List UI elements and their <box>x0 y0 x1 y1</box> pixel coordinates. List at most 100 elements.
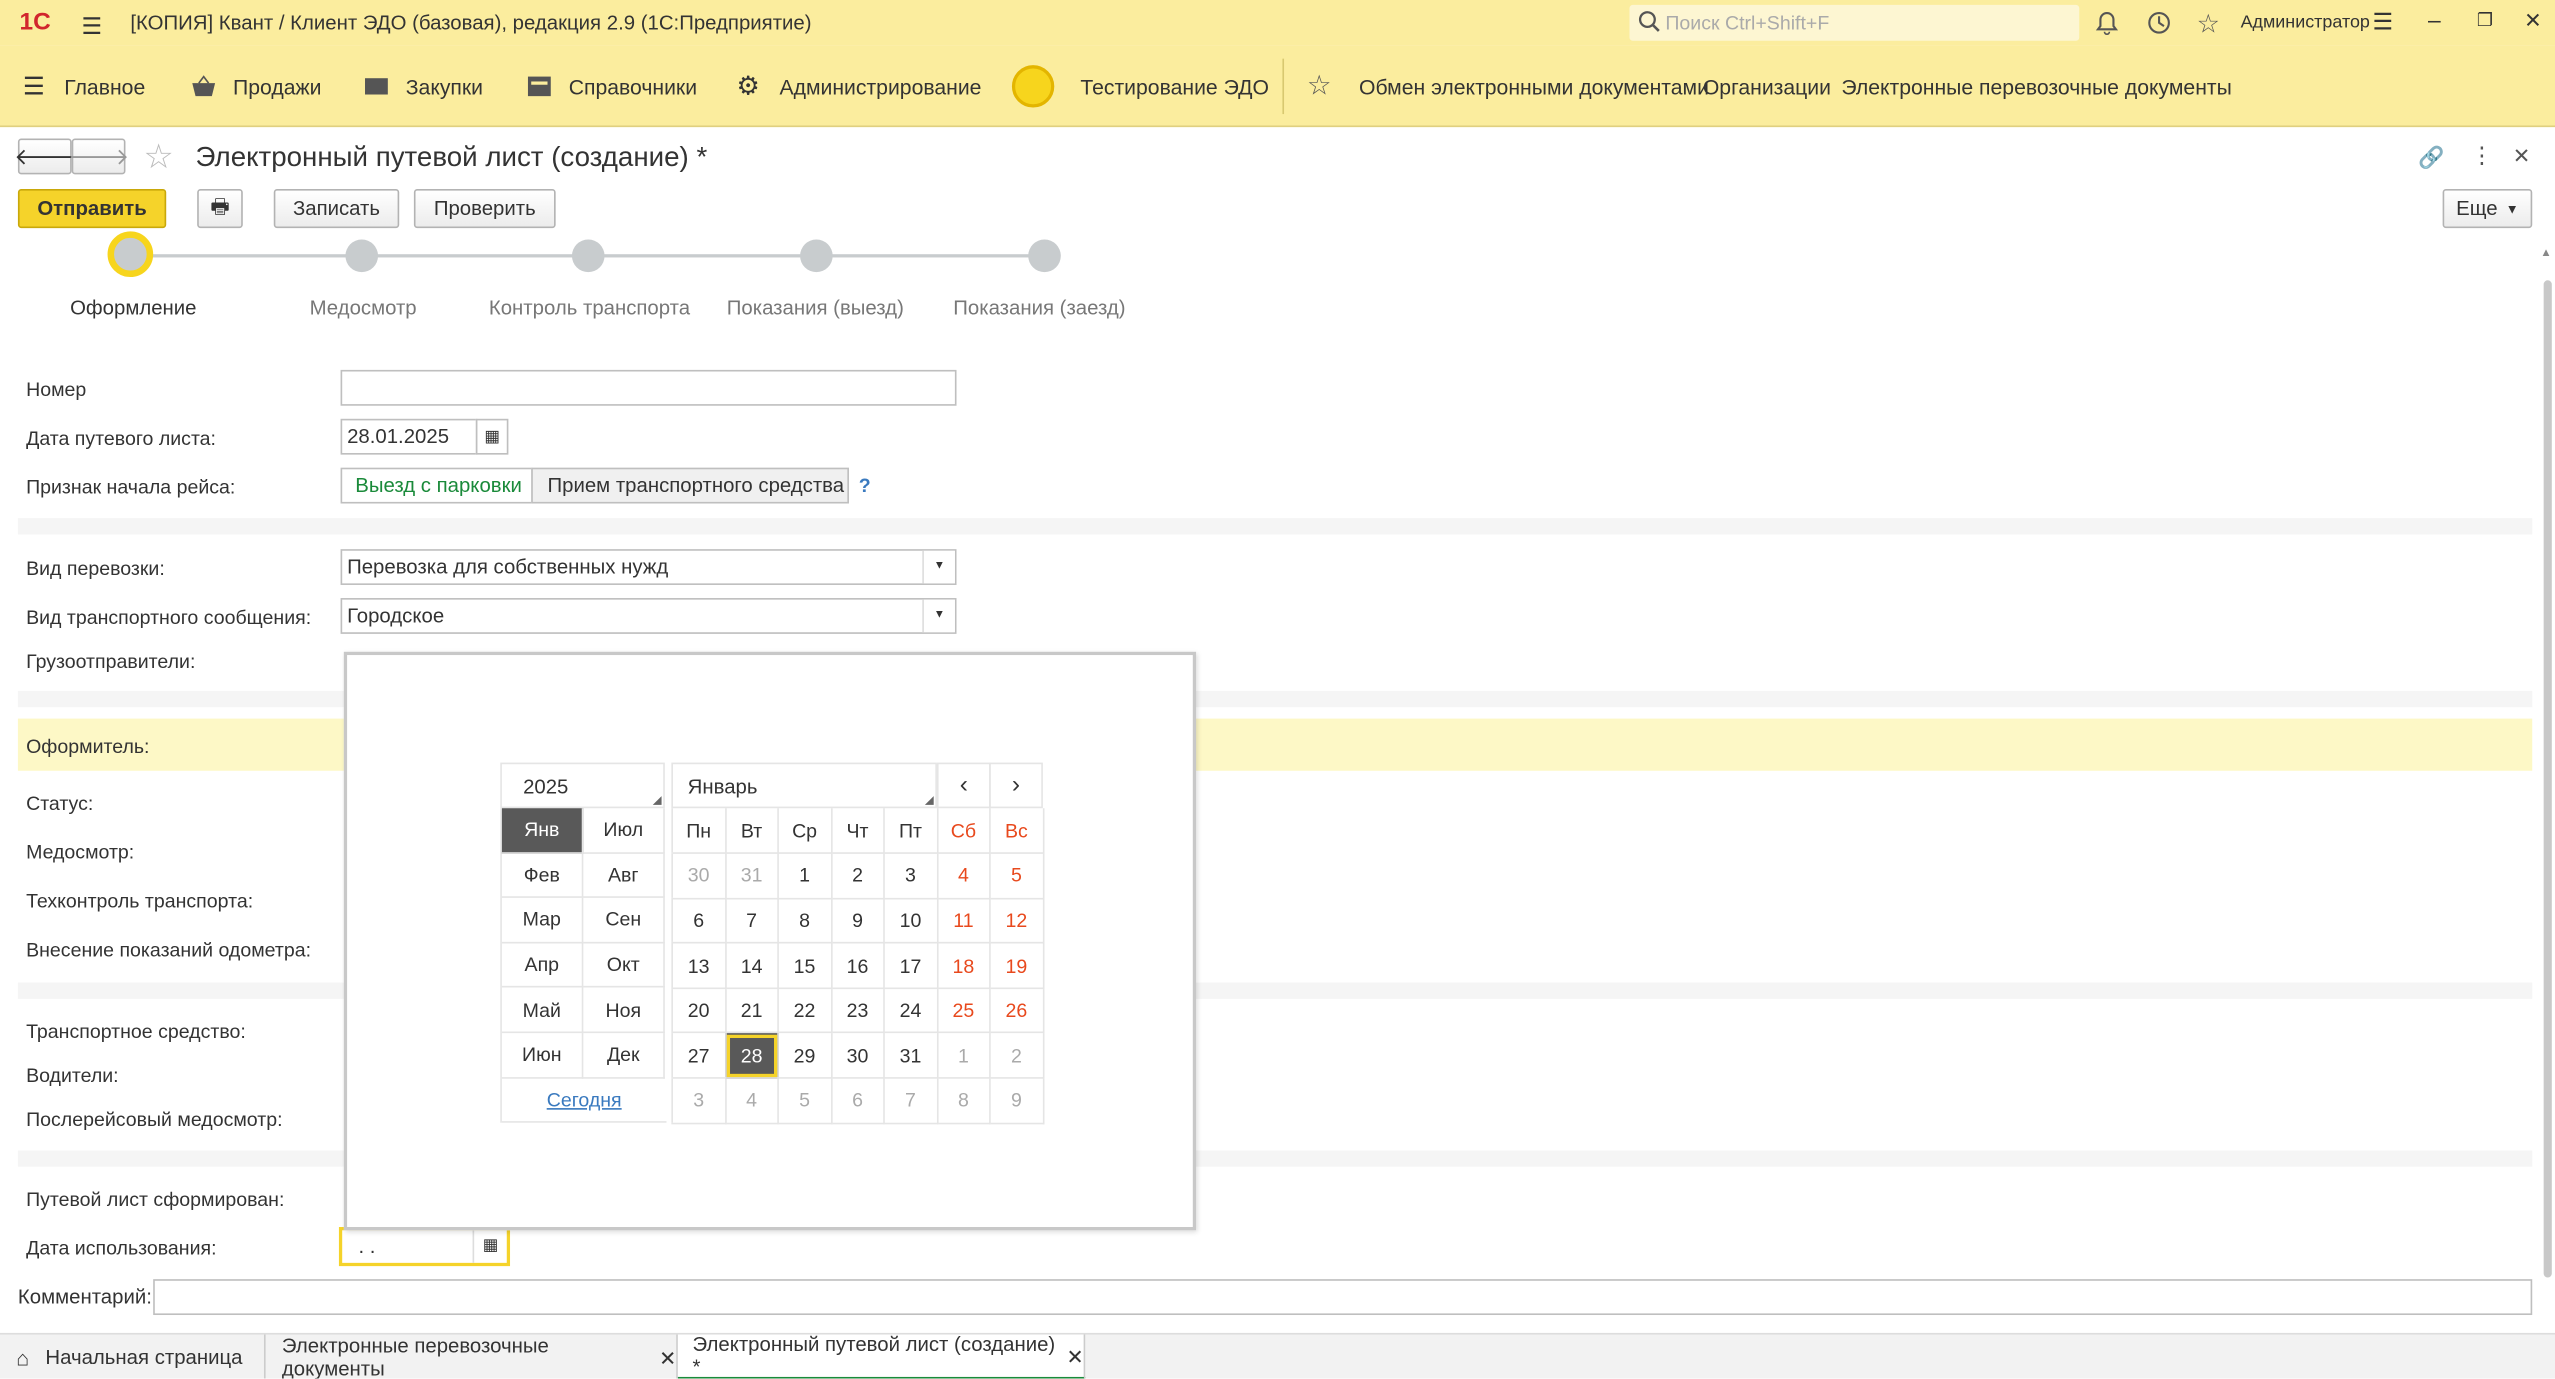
menu-item-sales[interactable]: Продажи <box>191 46 321 127</box>
month-item[interactable]: Дек <box>583 1033 665 1079</box>
chevron-down-icon[interactable]: ▼ <box>922 599 955 633</box>
day-cell[interactable]: 1 <box>936 1033 991 1079</box>
month-field[interactable]: Январь ◢ <box>671 762 937 809</box>
scroll-thumb[interactable] <box>2543 280 2552 1278</box>
day-cell[interactable]: 22 <box>778 988 832 1034</box>
day-cell[interactable]: 11 <box>936 898 991 944</box>
menu-icon[interactable]: ☰ <box>81 13 101 41</box>
connection-field[interactable]: Городское <box>340 598 957 634</box>
day-cell[interactable]: 4 <box>725 1078 779 1124</box>
menu-item-catalogs[interactable]: Справочники <box>526 46 697 127</box>
day-cell[interactable]: 27 <box>672 1033 726 1079</box>
month-item[interactable]: Май <box>501 988 584 1034</box>
day-cell[interactable]: 30 <box>672 853 726 899</box>
close-icon[interactable]: ✕ <box>2524 8 2542 34</box>
month-item[interactable]: Ноя <box>583 988 665 1034</box>
month-item[interactable]: Июн <box>501 1033 584 1079</box>
day-cell[interactable]: 3 <box>884 853 938 899</box>
menu-item-admin[interactable]: ⚙ Администрирование <box>737 46 982 127</box>
form-close-icon[interactable]: ✕ <box>2513 143 2531 169</box>
day-cell[interactable]: 21 <box>725 988 779 1034</box>
user-name[interactable]: Администратор <box>2241 13 2370 33</box>
close-icon[interactable]: ✕ <box>659 1345 676 1370</box>
day-cell[interactable]: 9 <box>831 898 885 944</box>
forward-button[interactable]: 🡒 <box>68 138 129 175</box>
number-field[interactable] <box>340 369 957 406</box>
favorite-icon[interactable]: ☆ <box>1307 46 1332 127</box>
today-link[interactable]: Сегодня <box>501 1078 667 1124</box>
month-item[interactable]: Апр <box>501 943 584 989</box>
day-cell[interactable]: 3 <box>672 1078 726 1124</box>
day-cell[interactable]: 25 <box>936 988 991 1034</box>
day-cell-selected[interactable]: 28 <box>725 1033 779 1079</box>
step-label[interactable]: Оформление <box>70 297 196 320</box>
tab-transport-docs[interactable]: Электронные перевозочные документы ✕ <box>266 1334 678 1379</box>
month-item[interactable]: Мар <box>501 898 584 944</box>
day-cell[interactable]: 31 <box>884 1033 938 1079</box>
star-icon[interactable]: ☆ <box>2197 8 2220 41</box>
search-input[interactable]: Поиск Ctrl+Shift+F <box>1629 4 2080 41</box>
history-icon[interactable] <box>2146 10 2172 41</box>
check-button[interactable]: Проверить <box>413 189 556 229</box>
day-cell[interactable]: 6 <box>672 898 726 944</box>
day-cell[interactable]: 7 <box>725 898 779 944</box>
start-option-parking[interactable]: Выезд с парковки <box>340 467 533 504</box>
scrollbar[interactable]: ▲ <box>2539 244 2555 1287</box>
day-cell[interactable]: 24 <box>884 988 938 1034</box>
day-cell[interactable]: 12 <box>989 898 1044 944</box>
next-month-button[interactable]: › <box>989 762 1043 809</box>
day-cell[interactable]: 20 <box>672 988 726 1034</box>
day-cell[interactable]: 2 <box>989 1033 1044 1079</box>
comment-field[interactable] <box>153 1279 2533 1316</box>
more-vert-icon[interactable]: ⋮ <box>2470 142 2493 170</box>
day-cell[interactable]: 9 <box>989 1078 1044 1124</box>
step-label[interactable]: Медосмотр <box>310 297 417 320</box>
month-item[interactable]: Янв <box>501 808 584 854</box>
start-option-reception[interactable]: Прием транспортного средства <box>531 467 849 504</box>
save-button[interactable]: Записать <box>273 189 400 229</box>
day-cell[interactable]: 10 <box>884 898 938 944</box>
day-cell[interactable]: 17 <box>884 943 938 989</box>
prev-month-button[interactable]: ‹ <box>936 762 991 809</box>
day-cell[interactable]: 31 <box>725 853 779 899</box>
day-cell[interactable]: 4 <box>936 853 991 899</box>
link-edo-exchange[interactable]: Обмен электронными документами <box>1359 46 1709 127</box>
restore-icon[interactable]: ❐ <box>2477 10 2493 31</box>
help-icon[interactable]: ? <box>859 474 871 497</box>
day-cell[interactable]: 26 <box>989 988 1044 1034</box>
tab-waybill[interactable]: Электронный путевой лист (создание) * ✕ <box>677 1333 1086 1379</box>
favorite-star-icon[interactable]: ☆ <box>143 137 174 178</box>
step-label[interactable]: Показания (выезд) <box>727 297 904 320</box>
step-label[interactable]: Контроль транспорта <box>489 297 690 320</box>
day-cell[interactable]: 7 <box>884 1078 938 1124</box>
menu-item-purchases[interactable]: Закупки <box>363 46 483 127</box>
day-cell[interactable]: 8 <box>936 1078 991 1124</box>
day-cell[interactable]: 15 <box>778 943 832 989</box>
link-icon[interactable]: 🔗 <box>2418 145 2444 171</box>
day-cell[interactable]: 16 <box>831 943 885 989</box>
more-button[interactable]: Еще ▼ <box>2442 189 2533 229</box>
close-icon[interactable]: ✕ <box>1067 1344 1084 1368</box>
day-cell[interactable]: 5 <box>989 853 1044 899</box>
day-cell[interactable]: 14 <box>725 943 779 989</box>
month-item[interactable]: Авг <box>583 853 665 899</box>
tab-home[interactable]: ⌂ Начальная страница <box>0 1334 266 1379</box>
day-cell[interactable]: 18 <box>936 943 991 989</box>
calendar-icon[interactable]: ▦ <box>472 1230 507 1263</box>
year-field[interactable]: 2025 ◢ <box>500 762 665 809</box>
bell-icon[interactable] <box>2094 10 2120 41</box>
transport-type-field[interactable]: Перевозка для собственных нужд <box>340 549 957 585</box>
day-cell[interactable]: 23 <box>831 988 885 1034</box>
calendar-button[interactable]: ▦ <box>475 418 509 455</box>
day-cell[interactable]: 6 <box>831 1078 885 1124</box>
date-field[interactable]: 28.01.2025 <box>340 418 478 455</box>
day-cell[interactable]: 29 <box>778 1033 832 1079</box>
settings-icon[interactable]: ☰ <box>2373 8 2393 36</box>
month-item[interactable]: Июл <box>583 808 665 854</box>
scroll-up-icon[interactable]: ▲ <box>2540 248 2551 259</box>
minimize-icon[interactable]: – <box>2428 7 2441 33</box>
month-item[interactable]: Фев <box>501 853 584 899</box>
back-button[interactable]: 🡐 <box>14 138 75 175</box>
day-cell[interactable]: 8 <box>778 898 832 944</box>
menu-item-main[interactable]: ☰ Главное <box>23 46 145 127</box>
